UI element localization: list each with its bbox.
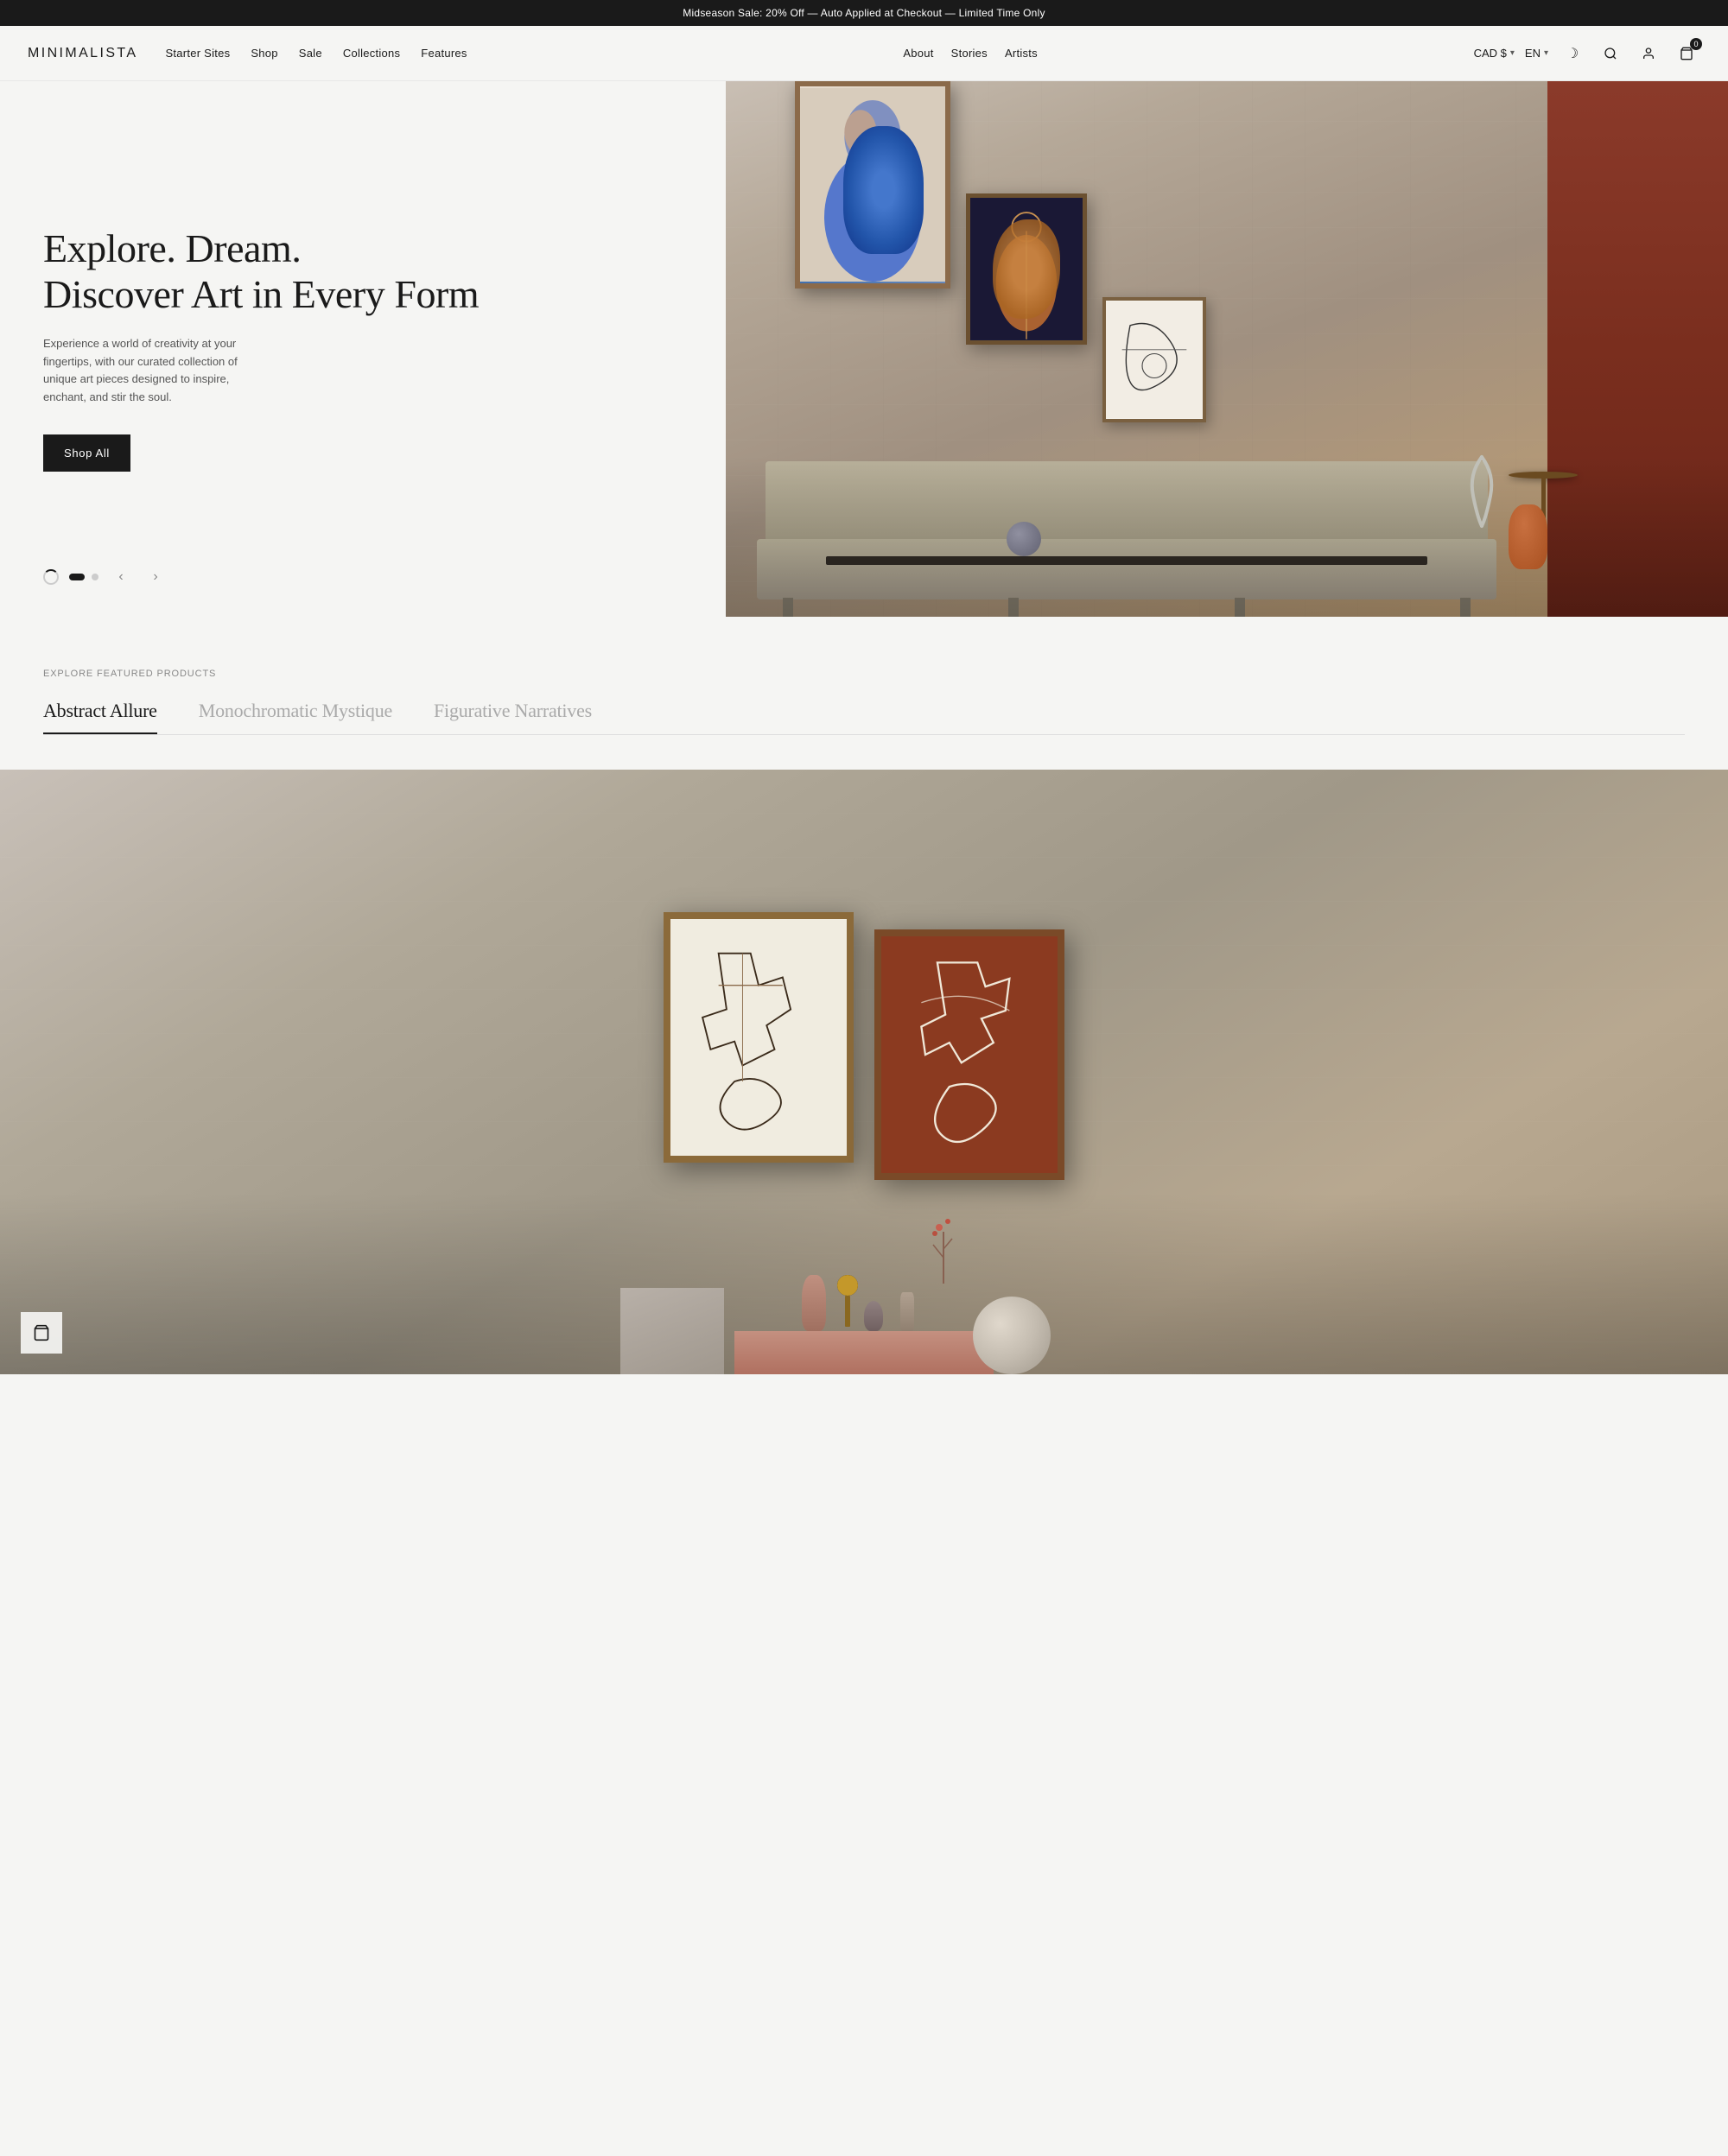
theme-toggle-button[interactable]: ☽ xyxy=(1559,40,1586,67)
dark-figure-art xyxy=(970,198,1083,340)
hero-artwork-3 xyxy=(1102,297,1206,422)
user-icon xyxy=(1642,47,1655,60)
slider-dots xyxy=(69,574,98,580)
branch-icon xyxy=(926,1214,961,1284)
slider-loading-indicator xyxy=(43,569,59,585)
product-artwork-1 xyxy=(664,912,854,1163)
shop-all-button[interactable]: Shop All xyxy=(43,434,130,472)
chevron-left-icon: ‹ xyxy=(118,569,123,585)
blue-figure-art xyxy=(800,86,945,283)
language-chevron-icon: ▾ xyxy=(1544,48,1548,58)
slider-controls: ‹ › xyxy=(43,565,168,589)
hero-description: Experience a world of creativity at your… xyxy=(43,335,268,407)
hero-artwork-3-wrapper xyxy=(1102,193,1206,422)
hero-artwork-1 xyxy=(795,81,950,289)
cart-badge: 0 xyxy=(1690,38,1702,50)
site-logo[interactable]: MINIMALISTA xyxy=(28,46,137,61)
nav-features[interactable]: Features xyxy=(421,47,467,60)
sofa-seat xyxy=(757,539,1496,599)
product-gallery xyxy=(0,770,1728,1374)
floor-vase-round xyxy=(864,1301,883,1331)
chevron-right-icon: › xyxy=(153,569,157,585)
hero-section: Explore. Dream. Discover Art in Every Fo… xyxy=(0,81,1728,617)
nav-sale[interactable]: Sale xyxy=(299,47,322,60)
sofa-legs xyxy=(783,598,1470,617)
floor-sphere-large xyxy=(973,1297,1051,1374)
featured-label: Explore Featured Products xyxy=(43,669,1685,679)
hero-image xyxy=(726,81,1728,617)
tab-figurative-narratives[interactable]: Figurative Narratives xyxy=(434,700,592,734)
floor-vase-tall xyxy=(802,1275,826,1331)
abstract-cream-art xyxy=(670,919,847,1156)
hero-heading: Explore. Dream. Discover Art in Every Fo… xyxy=(43,226,683,318)
currency-chevron-icon: ▾ xyxy=(1510,48,1515,58)
nav-stories[interactable]: Stories xyxy=(951,47,988,60)
tab-abstract-allure[interactable]: Abstract Allure xyxy=(43,700,157,734)
header-left: MINIMALISTA Starter Sites Shop Sale Coll… xyxy=(28,46,467,61)
floor-decoratives xyxy=(605,1158,1123,1374)
account-button[interactable] xyxy=(1635,40,1662,67)
geo-sculpture-icon xyxy=(833,1275,863,1327)
slider-prev-button[interactable]: ‹ xyxy=(109,565,133,589)
line-art-painting xyxy=(1106,301,1203,419)
product-artwork-2 xyxy=(874,929,1064,1180)
product-hero-image xyxy=(0,770,1728,1374)
artwork-group xyxy=(795,81,1206,422)
abstract-rust-art xyxy=(881,936,1058,1173)
nav-shop[interactable]: Shop xyxy=(251,47,277,60)
slider-dot-2[interactable] xyxy=(92,574,98,580)
cart-add-icon xyxy=(33,1324,50,1341)
hero-artwork-2 xyxy=(966,193,1087,345)
floor-vase-cylinder xyxy=(900,1292,914,1331)
secondary-nav: About Stories Artists xyxy=(903,47,1038,60)
floor-branch xyxy=(926,1214,961,1288)
nav-starter-sites[interactable]: Starter Sites xyxy=(165,47,230,60)
announcement-text: Midseason Sale: 20% Off — Auto Applied a… xyxy=(683,7,1045,19)
nav-collections[interactable]: Collections xyxy=(343,47,400,60)
primary-nav: Starter Sites Shop Sale Collections Feat… xyxy=(165,47,467,60)
decorative-sphere xyxy=(1007,522,1041,556)
nav-about[interactable]: About xyxy=(903,47,933,60)
terracotta-vase xyxy=(1509,504,1547,569)
hero-left-panel: Explore. Dream. Discover Art in Every Fo… xyxy=(0,81,726,617)
hero-artwork-2-wrapper xyxy=(966,142,1087,345)
floor-concrete-block xyxy=(620,1288,724,1374)
featured-section: Explore Featured Products Abstract Allur… xyxy=(0,617,1728,770)
slider-dot-1[interactable] xyxy=(69,574,85,580)
search-icon xyxy=(1604,47,1617,60)
cart-icon-wrapper: 0 xyxy=(1673,40,1700,67)
sofa-leg xyxy=(1460,598,1471,617)
tab-monochromatic-mystique[interactable]: Monochromatic Mystique xyxy=(199,700,392,734)
hero-right-panel xyxy=(726,81,1728,617)
sculpture xyxy=(1456,448,1508,539)
sofa-leg xyxy=(1008,598,1019,617)
currency-selector[interactable]: CAD $ ▾ xyxy=(1474,47,1515,60)
floor-platform xyxy=(734,1331,994,1374)
search-button[interactable] xyxy=(1597,40,1624,67)
header-actions: CAD $ ▾ EN ▾ ☽ 0 xyxy=(1474,40,1700,67)
slider-next-button[interactable]: › xyxy=(143,565,168,589)
sofa xyxy=(766,461,1487,617)
announcement-bar: Midseason Sale: 20% Off — Auto Applied a… xyxy=(0,0,1728,26)
collection-tabs: Abstract Allure Monochromatic Mystique F… xyxy=(43,700,1685,735)
moon-icon: ☽ xyxy=(1566,45,1579,62)
blue-figure-painting xyxy=(800,86,945,283)
product-quick-add-button[interactable] xyxy=(21,1312,62,1354)
language-selector[interactable]: EN ▾ xyxy=(1525,47,1548,60)
dark-figure-painting xyxy=(970,198,1083,340)
site-header: MINIMALISTA Starter Sites Shop Sale Coll… xyxy=(0,26,1728,81)
nav-artists[interactable]: Artists xyxy=(1005,47,1038,60)
product-artworks xyxy=(664,912,1064,1180)
sculpture-art xyxy=(1456,448,1508,535)
floor-sculpture-geo xyxy=(833,1275,863,1331)
coffee-table xyxy=(826,556,1427,565)
line-art xyxy=(1106,301,1203,419)
sofa-leg xyxy=(1235,598,1245,617)
sofa-leg xyxy=(783,598,793,617)
